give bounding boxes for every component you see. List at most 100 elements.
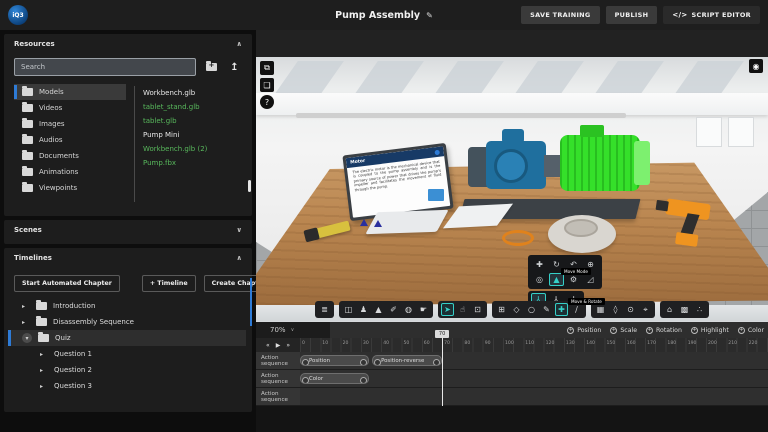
expand-chevron-icon[interactable]: ∨ <box>236 226 242 234</box>
scene-3d[interactable]: Motor The electric motor is the mechanic… <box>256 57 768 322</box>
sphere-icon[interactable]: ○ <box>525 303 538 316</box>
start-automated-chapter-button[interactable]: Start Automated Chapter <box>14 274 120 292</box>
sidebar-folder-animations[interactable]: Animations <box>14 164 126 180</box>
hand-icon[interactable]: ☝ <box>456 303 469 316</box>
fullscreen-icon[interactable]: ⊡ <box>471 303 484 316</box>
timeline-ruler[interactable]: 0 10 20 30 40 50 60 70 80 90 100 110 120 130 140 150 160… <box>300 338 768 352</box>
spray-icon[interactable]: ✐ <box>387 303 400 316</box>
menu-icon[interactable]: ≣ <box>318 303 331 316</box>
move-icon[interactable]: ✚ <box>532 258 547 271</box>
drill-model[interactable] <box>655 193 716 252</box>
pump-outlet[interactable] <box>502 129 524 143</box>
ring-icon[interactable]: ◎ <box>532 273 547 286</box>
motor-model[interactable] <box>560 135 640 191</box>
action-block-position-reverse[interactable]: Position-reverse <box>372 355 443 366</box>
sidebar-folder-models[interactable]: Models <box>14 84 126 100</box>
zoom-select[interactable]: 70% ∨ <box>256 322 330 338</box>
tree-arrow-icon[interactable]: ▸ <box>22 303 30 310</box>
pencil-icon[interactable]: ✎ <box>540 303 553 316</box>
file-item[interactable]: Pump Mini <box>143 128 246 142</box>
file-item[interactable]: tablet.glb <box>143 114 246 128</box>
sidebar-folder-images[interactable]: Images <box>14 116 126 132</box>
select-cursor-icon[interactable]: ➤ <box>441 303 454 316</box>
comment-icon[interactable]: ◍ <box>402 303 415 316</box>
motor-terminal-box[interactable] <box>580 125 604 137</box>
tag-icon[interactable]: ◊ <box>609 303 622 316</box>
skip-end-icon[interactable]: » <box>286 342 290 349</box>
play-icon[interactable]: ▶ <box>276 342 281 349</box>
blue-part[interactable] <box>428 189 444 201</box>
add-color-track-button[interactable]: + Color <box>737 326 764 334</box>
screenshot-button[interactable]: ◉ <box>749 59 763 73</box>
upload-button[interactable]: ↥ <box>227 59 242 75</box>
tree-arrow-icon[interactable]: ▸ <box>40 351 48 358</box>
collapse-chevron-icon[interactable]: ∧ <box>236 254 242 262</box>
walk-person-icon[interactable]: ♟ <box>357 303 370 316</box>
sidebar-folder-documents[interactable]: Documents <box>14 148 126 164</box>
add-position-track-button[interactable]: + Position <box>567 326 601 334</box>
sidebar-folder-viewpoints[interactable]: Viewpoints <box>14 180 126 196</box>
hierarchy-button[interactable]: ⧉ <box>260 61 274 75</box>
resources-header[interactable]: Resources ∧ <box>4 34 252 54</box>
row-lane[interactable]: Position Position-reverse <box>300 352 768 369</box>
file-item[interactable]: Pump.fbx <box>143 156 246 170</box>
tree-item-question-3[interactable]: ▸ Question 3 <box>10 378 246 394</box>
action-block-color[interactable]: Color <box>300 373 370 384</box>
resources-scrollbar[interactable] <box>248 180 251 192</box>
row-lane[interactable] <box>300 388 768 405</box>
pump-volute[interactable] <box>494 149 528 183</box>
o-ring-model[interactable] <box>502 230 534 246</box>
tree-item-introduction[interactable]: ▸ Introduction <box>10 298 246 314</box>
help-button[interactable]: ? <box>260 95 274 109</box>
publish-button[interactable]: PUBLISH <box>605 6 658 24</box>
touch-icon[interactable]: ☛ <box>417 303 430 316</box>
file-item[interactable]: tablet_stand.glb <box>143 100 246 114</box>
add-timeline-button[interactable]: + Timeline <box>141 274 196 292</box>
pump-assembly-model[interactable] <box>468 125 658 203</box>
new-folder-button[interactable] <box>204 59 219 75</box>
script-editor-button[interactable]: </> SCRIPT EDITOR <box>663 6 760 24</box>
boxes-icon[interactable]: ⊞ <box>495 303 508 316</box>
terrain-icon[interactable]: ▲ <box>372 303 385 316</box>
row-lane[interactable]: Color <box>300 370 768 387</box>
add-highlight-track-button[interactable]: + Highlight <box>690 326 729 334</box>
tree-item-question-1[interactable]: ▸ Question 1 <box>10 346 246 362</box>
file-item[interactable]: Workbench.glb (2) <box>143 142 246 156</box>
collapse-chevron-icon[interactable]: ∧ <box>236 40 242 48</box>
tree-arrow-icon[interactable]: ▸ <box>40 383 48 390</box>
sidebar-folder-videos[interactable]: Videos <box>14 100 126 116</box>
cube-icon[interactable]: ◇ <box>510 303 523 316</box>
save-training-button[interactable]: SAVE TRAINING <box>521 6 600 24</box>
search-input[interactable] <box>14 58 196 76</box>
app-logo[interactable]: iQ3 <box>8 5 28 25</box>
sidebar-folder-audios[interactable]: Audios <box>14 132 126 148</box>
scenes-header[interactable]: Scenes ∨ <box>4 220 252 240</box>
playhead-label[interactable]: 70 <box>435 330 450 338</box>
motor-end-cap[interactable] <box>634 141 650 185</box>
timelines-header[interactable]: Timelines ∧ <box>4 248 252 268</box>
viewport[interactable]: Motor The electric motor is the mechanic… <box>256 30 768 322</box>
add-scale-track-button[interactable]: + Scale <box>610 326 637 334</box>
tree-arrow-icon[interactable]: ▾ <box>22 333 32 343</box>
file-item[interactable]: Workbench.glb <box>143 86 246 100</box>
grid-icon[interactable]: ▩ <box>678 303 691 316</box>
skip-start-icon[interactable]: « <box>266 342 270 349</box>
share-icon[interactable]: ∴ <box>693 303 706 316</box>
tree-item-quiz[interactable]: ▾ Quiz <box>8 330 246 346</box>
move-tool-icon[interactable]: ✚ <box>555 303 568 316</box>
playhead[interactable] <box>442 338 444 406</box>
camera-icon[interactable]: ⊙ <box>624 303 637 316</box>
action-block-position[interactable]: Position <box>300 355 370 366</box>
edit-title-icon[interactable]: ✎ <box>426 11 433 20</box>
vr-goggles-icon[interactable]: ◫ <box>342 303 355 316</box>
impeller-model[interactable] <box>548 215 616 253</box>
tree-arrow-icon[interactable]: ▸ <box>40 367 48 374</box>
timelines-scrollbar[interactable] <box>250 278 252 326</box>
tree-arrow-icon[interactable]: ▸ <box>22 319 30 326</box>
tree-item-question-2[interactable]: ▸ Question 2 <box>10 362 246 378</box>
add-rotation-track-button[interactable]: + Rotation <box>646 326 682 334</box>
home-icon[interactable]: ⌂ <box>663 303 676 316</box>
tree-item-disassembly-sequence[interactable]: ▸ Disassembly Sequence <box>10 314 246 330</box>
select-box-icon[interactable]: ⌖ <box>639 303 652 316</box>
layers-button[interactable]: ❏ <box>260 78 274 92</box>
